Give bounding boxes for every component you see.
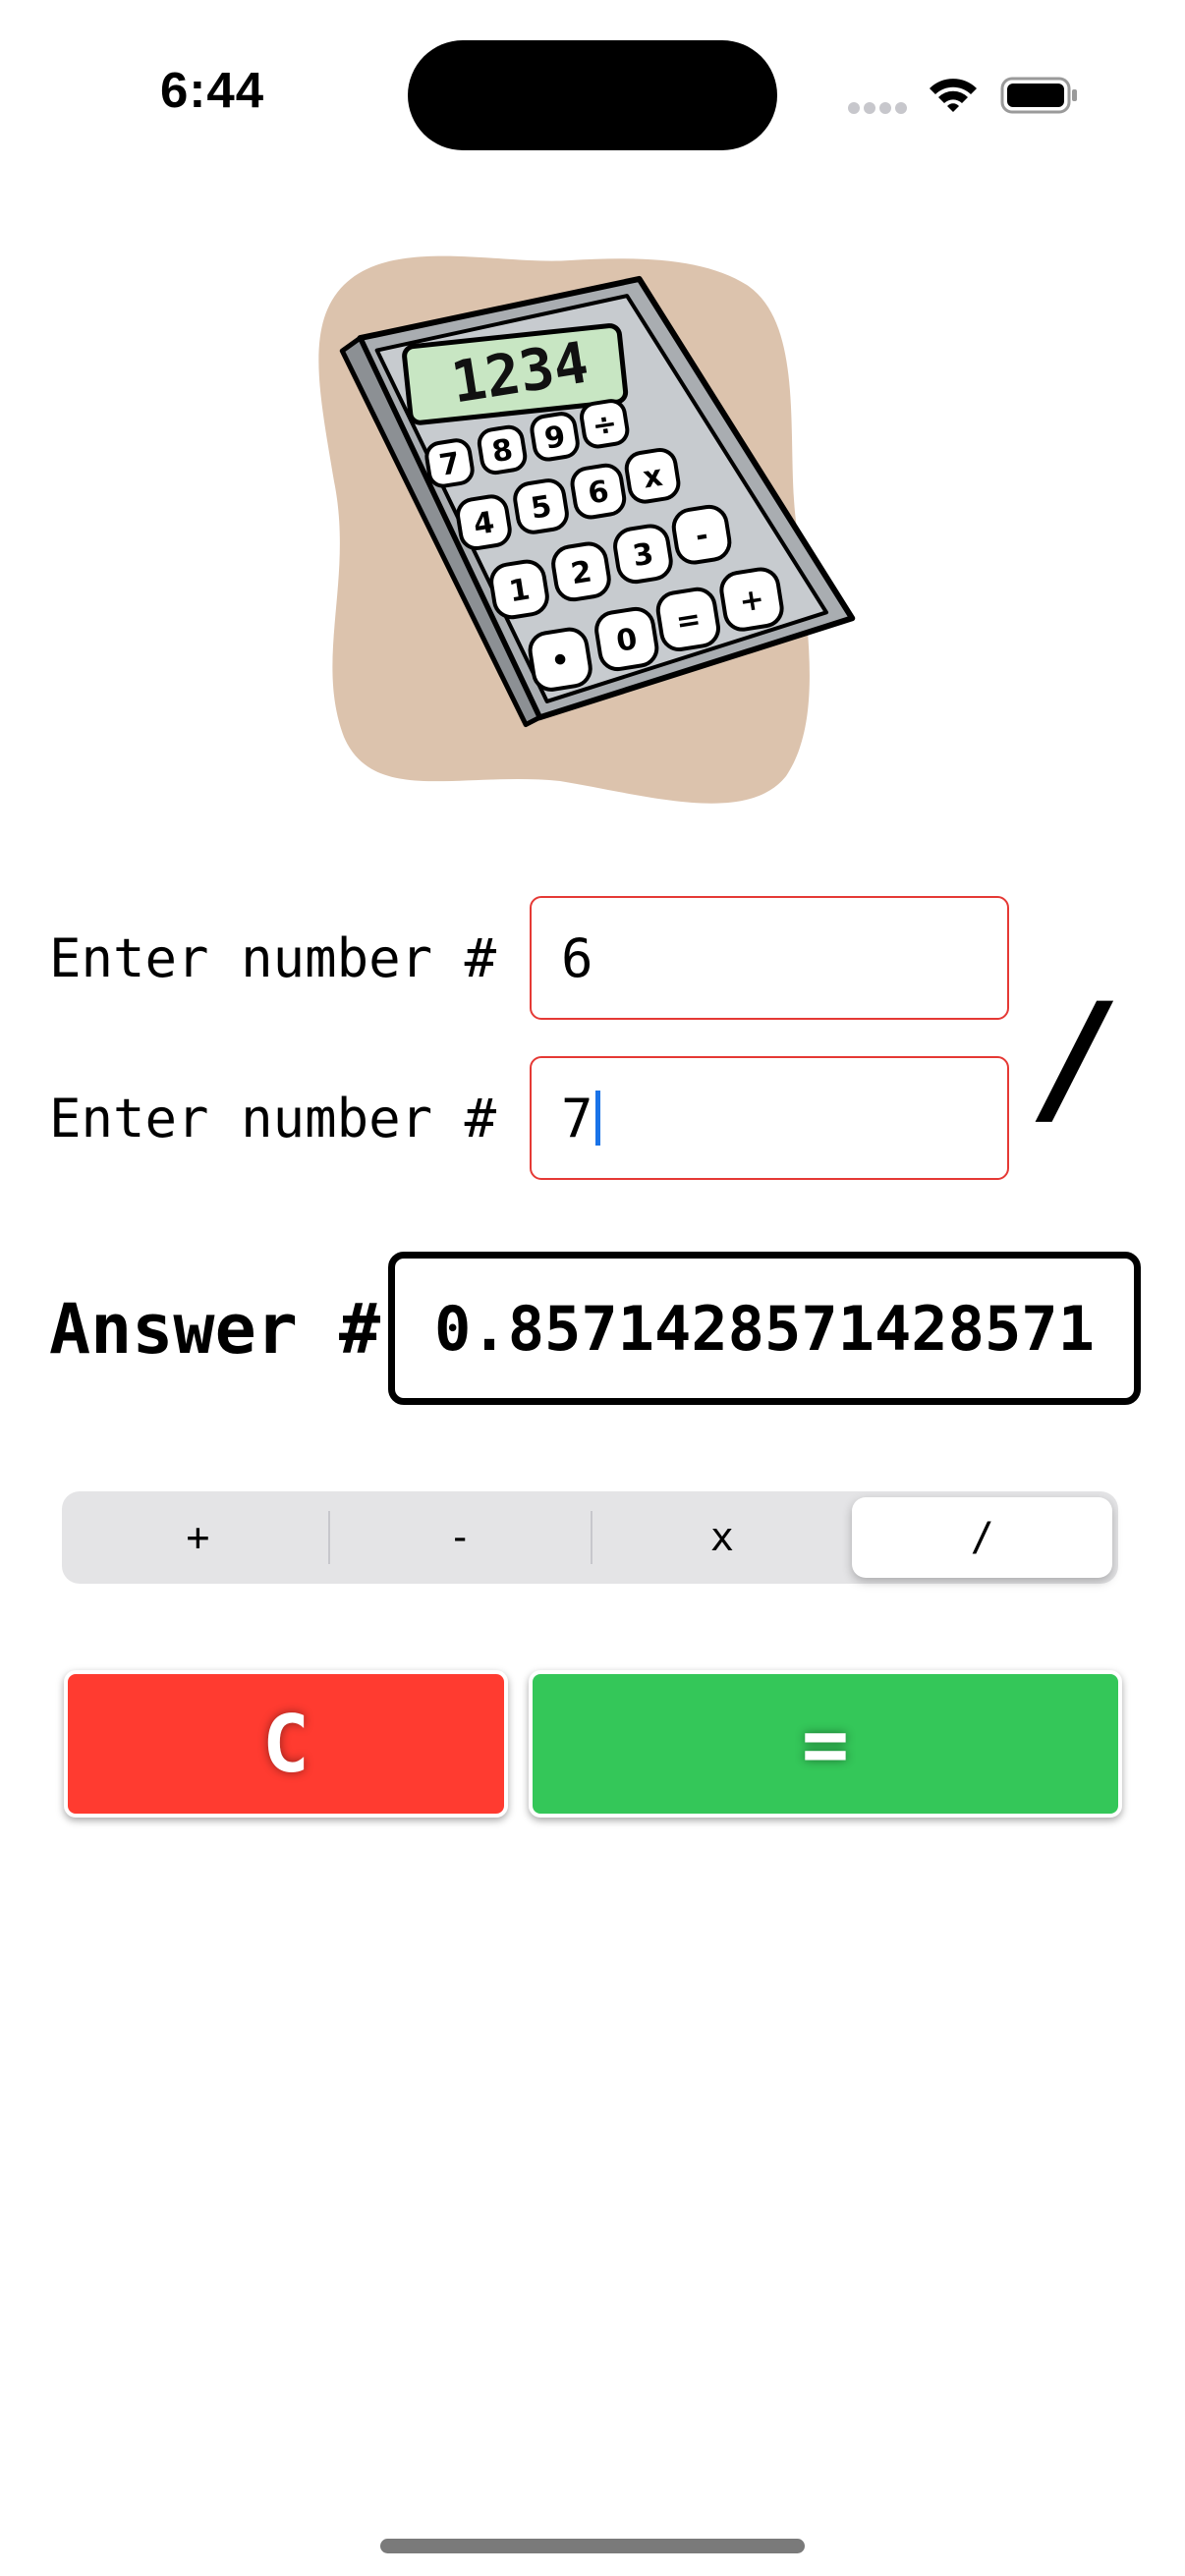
second-number-value: 7	[561, 1087, 593, 1149]
segment-divide[interactable]: /	[852, 1497, 1112, 1578]
battery-icon	[1000, 77, 1077, 114]
second-number-input[interactable]: 7	[530, 1056, 1009, 1180]
equals-button[interactable]: =	[529, 1670, 1122, 1818]
dynamic-island	[408, 40, 777, 150]
text-caret	[594, 1091, 600, 1146]
signal-icon	[848, 102, 907, 114]
first-number-input[interactable]: 6	[530, 896, 1009, 1020]
segment-multiply[interactable]: x	[592, 1497, 853, 1578]
second-number-label: Enter number #	[49, 1088, 497, 1149]
calculator-illustration: 1234 7 8 9 ÷ 4 5 6 x 1 2 3 - • 0 = +	[318, 255, 856, 804]
wifi-icon	[930, 79, 977, 112]
segment-subtract[interactable]: -	[330, 1497, 591, 1578]
clear-button[interactable]: C	[64, 1670, 508, 1818]
answer-value: 0.8571428571428571	[434, 1292, 1095, 1365]
operation-segmented-control: + - x /	[62, 1491, 1118, 1584]
answer-display: 0.8571428571428571	[388, 1252, 1141, 1405]
first-number-label: Enter number #	[49, 927, 497, 989]
home-indicator[interactable]	[380, 2539, 805, 2553]
status-time: 6:44	[160, 62, 265, 118]
answer-label: Answer #	[49, 1289, 381, 1370]
operator-symbol: /	[1049, 973, 1103, 1144]
segment-add[interactable]: +	[68, 1497, 328, 1578]
first-number-value: 6	[561, 926, 593, 989]
